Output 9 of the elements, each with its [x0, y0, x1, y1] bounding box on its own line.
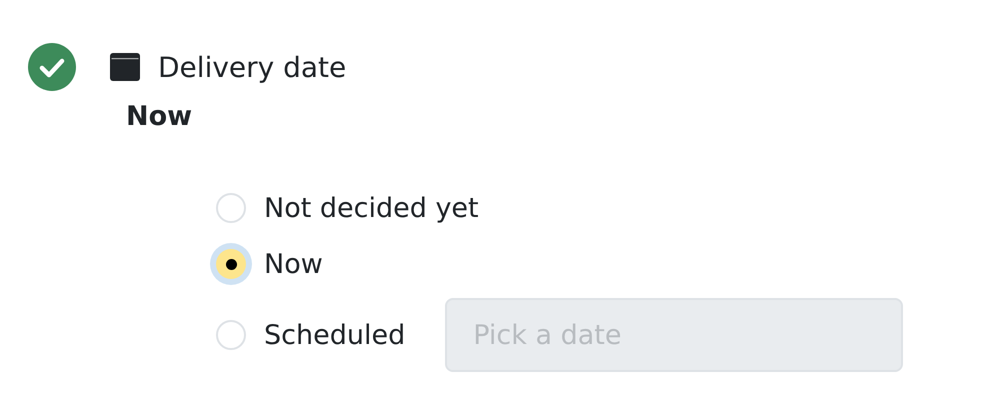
selected-summary: Now — [126, 101, 192, 132]
radio-button[interactable] — [216, 320, 246, 350]
step-title: Delivery date — [158, 50, 346, 84]
radio-button[interactable] — [216, 193, 246, 223]
option-label: Scheduled — [264, 320, 406, 350]
option-label: Not decided yet — [264, 192, 479, 224]
option-label: Now — [264, 248, 323, 280]
calendar-icon — [110, 53, 140, 81]
radio-button[interactable] — [216, 249, 246, 279]
